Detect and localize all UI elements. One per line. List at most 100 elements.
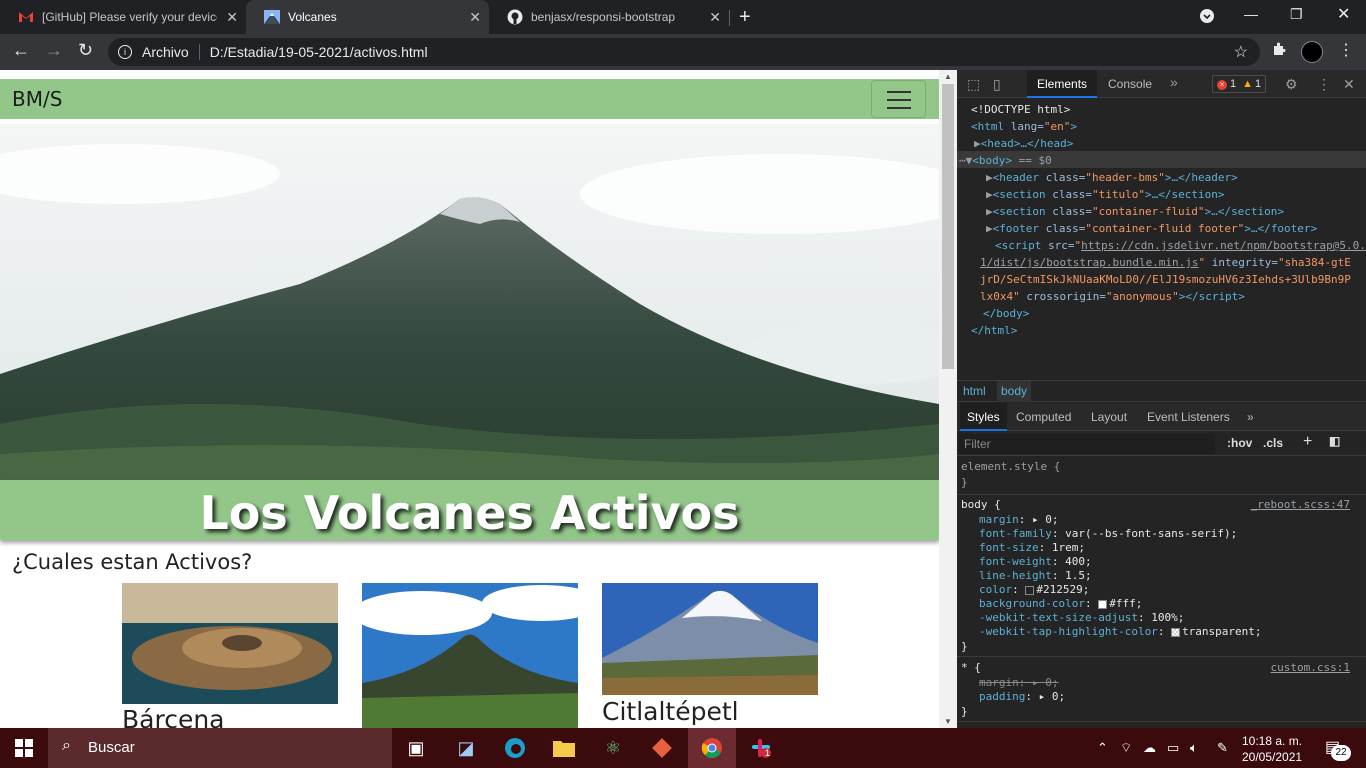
browser-menu-icon[interactable]: ⋮ [1338, 40, 1354, 60]
bookmark-star-icon[interactable]: ☆ [1234, 42, 1248, 62]
slack-icon[interactable]: 1 [737, 728, 785, 768]
css-declaration[interactable]: line-height: 1.5; [979, 569, 1092, 583]
breadcrumb-html[interactable]: html [963, 384, 986, 398]
address-url[interactable]: D:/Estadia/19-05-2021/activos.html [210, 44, 428, 60]
issues-badge[interactable]: × 1 ▲ 1 [1212, 75, 1267, 93]
scroll-down-icon[interactable]: ▼ [944, 717, 952, 726]
git-icon[interactable] [638, 728, 686, 768]
css-declaration[interactable]: background-color: #fff; [979, 597, 1142, 611]
forward-icon[interactable]: → [45, 40, 63, 61]
devtools-menu-icon[interactable]: ⋮ [1317, 76, 1331, 93]
css-declaration[interactable]: font-size: 1rem; [979, 541, 1085, 555]
new-rule-icon[interactable]: + [1303, 433, 1312, 451]
dom-html-open[interactable]: <html lang="en"> [971, 118, 1077, 135]
tab-event-listeners[interactable]: Event Listeners [1140, 403, 1237, 431]
minimize-icon[interactable]: — [1244, 6, 1258, 22]
navbar-toggler-button[interactable] [871, 80, 926, 118]
styles-filter-input[interactable] [959, 434, 1215, 454]
tab-elements[interactable]: Elements [1027, 70, 1098, 98]
dom-body-open[interactable]: ⋯▼<body> == $0 [959, 152, 1052, 169]
tab-benjasx-repo[interactable]: benjasx/responsi-bootstrap ✕ [489, 0, 729, 34]
color-swatch[interactable] [1025, 585, 1035, 595]
window-close-icon[interactable]: ✕ [1337, 4, 1350, 24]
css-declaration[interactable]: -webkit-text-size-adjust: 100%; [979, 611, 1184, 625]
css-declaration[interactable]: -webkit-tap-highlight-color: transparent… [979, 625, 1262, 639]
card-image-barcena [122, 583, 338, 704]
reload-icon[interactable]: ↻ [78, 40, 93, 61]
inspect-element-icon[interactable]: ⬚ [967, 76, 980, 93]
hover-state-toggle[interactable]: :hov [1227, 436, 1252, 450]
tab-github-verify[interactable]: [GitHub] Please verify your device ✕ [0, 0, 246, 34]
onedrive-icon[interactable]: ☁ [1143, 740, 1156, 756]
color-swatch[interactable] [1098, 599, 1108, 609]
navbar-brand[interactable]: BM/S [12, 87, 62, 111]
color-swatch[interactable] [1171, 627, 1181, 637]
pen-icon[interactable]: ✎ [1217, 740, 1228, 756]
extensions-icon[interactable] [1272, 42, 1286, 59]
dom-child-header[interactable]: ▶<header class="header-bms">…</header> [986, 169, 1238, 186]
tab-layout[interactable]: Layout [1084, 403, 1134, 431]
back-icon[interactable]: ← [12, 40, 30, 61]
more-subtabs-icon[interactable]: » [1240, 403, 1261, 431]
network-icon[interactable]: ⌔ [1120, 740, 1132, 756]
rule-source-link[interactable]: _reboot.scss:47 [1251, 498, 1350, 511]
atom-icon[interactable]: ⚛ [589, 728, 637, 768]
windows-start-icon[interactable] [15, 739, 33, 757]
app-notes-icon[interactable]: ◪ [442, 728, 490, 768]
more-tabs-icon[interactable]: » [1170, 74, 1178, 90]
dom-child-footer[interactable]: ▶<footer class="container-fluid footer">… [986, 220, 1317, 237]
css-declaration[interactable]: font-weight: 400; [979, 555, 1092, 569]
css-declaration[interactable]: color: #212529; [979, 583, 1089, 597]
devtools-tabbar: ⬚ ▯ Elements Console » × 1 ▲ 1 ⚙ ⋮ ✕ [957, 70, 1366, 98]
close-icon[interactable]: ✕ [709, 9, 721, 26]
address-bar[interactable]: i Archivo D:/Estadia/19-05-2021/activos.… [108, 38, 1260, 66]
dom-child-section[interactable]: ▶<section class="container-fluid">…</sec… [986, 203, 1284, 220]
profile-avatar[interactable] [1301, 41, 1323, 63]
tab-styles[interactable]: Styles [960, 403, 1007, 431]
restore-icon[interactable]: ❐ [1290, 6, 1303, 23]
tab-computed[interactable]: Computed [1009, 403, 1078, 431]
info-icon[interactable]: i [118, 45, 132, 59]
rule-source-link[interactable]: custom.css:1 [1271, 661, 1350, 674]
volume-icon[interactable]: 🔈︎ [1190, 740, 1198, 756]
scroll-up-icon[interactable]: ▲ [944, 72, 952, 81]
tab-console[interactable]: Console [1098, 70, 1162, 98]
dom-head[interactable]: ▶<head>…</head> [974, 135, 1073, 152]
settings-gear-icon[interactable]: ⚙ [1285, 76, 1298, 93]
element-style-rule: element.style { } [957, 457, 1366, 495]
dom-script[interactable]: <script src="https://cdn.jsdelivr.net/np… [995, 237, 1366, 254]
device-toolbar-icon[interactable]: ▯ [993, 76, 1001, 93]
class-toggle[interactable]: .cls [1263, 436, 1283, 450]
page-scrollbar[interactable]: ▲ ▼ [939, 70, 957, 728]
taskbar-search[interactable]: ⌕ Buscar [48, 728, 392, 768]
file-explorer-icon[interactable] [540, 728, 588, 768]
devtools-close-icon[interactable]: ✕ [1343, 76, 1355, 93]
task-view-icon[interactable]: ▣ [392, 728, 440, 768]
dom-doctype[interactable]: <!DOCTYPE html> [971, 101, 1070, 118]
css-declaration[interactable]: font-family: var(--bs-font-sans-serif); [979, 527, 1237, 541]
rule-selector[interactable]: body { [961, 498, 1001, 512]
element-style-selector[interactable]: element.style { [961, 460, 1060, 474]
tab-volcanes[interactable]: Volcanes ✕ [246, 0, 489, 34]
taskbar-clock[interactable]: 10:18 a. m. 20/05/2021 [1242, 733, 1302, 765]
new-tab-button[interactable]: + [739, 6, 751, 29]
breadcrumb-body[interactable]: body [997, 381, 1032, 402]
tab-search-icon[interactable] [1200, 9, 1214, 26]
rule-selector[interactable]: * { [961, 661, 981, 675]
chrome-icon[interactable] [688, 728, 736, 768]
dom-child-section[interactable]: ▶<section class="titulo">…</section> [986, 186, 1224, 203]
tray-chevron-icon[interactable]: ⌃ [1097, 740, 1108, 756]
edge-icon[interactable] [491, 728, 539, 768]
css-declaration[interactable]: padding: ▸ 0; [979, 690, 1065, 704]
css-declaration-overridden[interactable]: margin: ▸ 0; [979, 676, 1059, 690]
tab-title: Volcanes [288, 10, 337, 24]
dom-body-close[interactable]: </body> [983, 305, 1029, 322]
close-icon[interactable]: ✕ [226, 9, 238, 26]
scrollbar-thumb[interactable] [942, 84, 954, 369]
dom-html-close[interactable]: </html> [971, 322, 1017, 339]
taskbar: ⌕ Buscar ▣ ◪ ⚛ 1 ⌃ ⌔ ☁ ▭ 🔈︎ ✎ 10:18 a. m… [0, 728, 1366, 768]
toggle-sidebar-icon[interactable]: ◧ [1329, 434, 1340, 448]
css-declaration[interactable]: margin: ▸ 0; [979, 513, 1059, 527]
battery-icon[interactable]: ▭ [1167, 740, 1179, 756]
close-icon[interactable]: ✕ [469, 9, 481, 26]
